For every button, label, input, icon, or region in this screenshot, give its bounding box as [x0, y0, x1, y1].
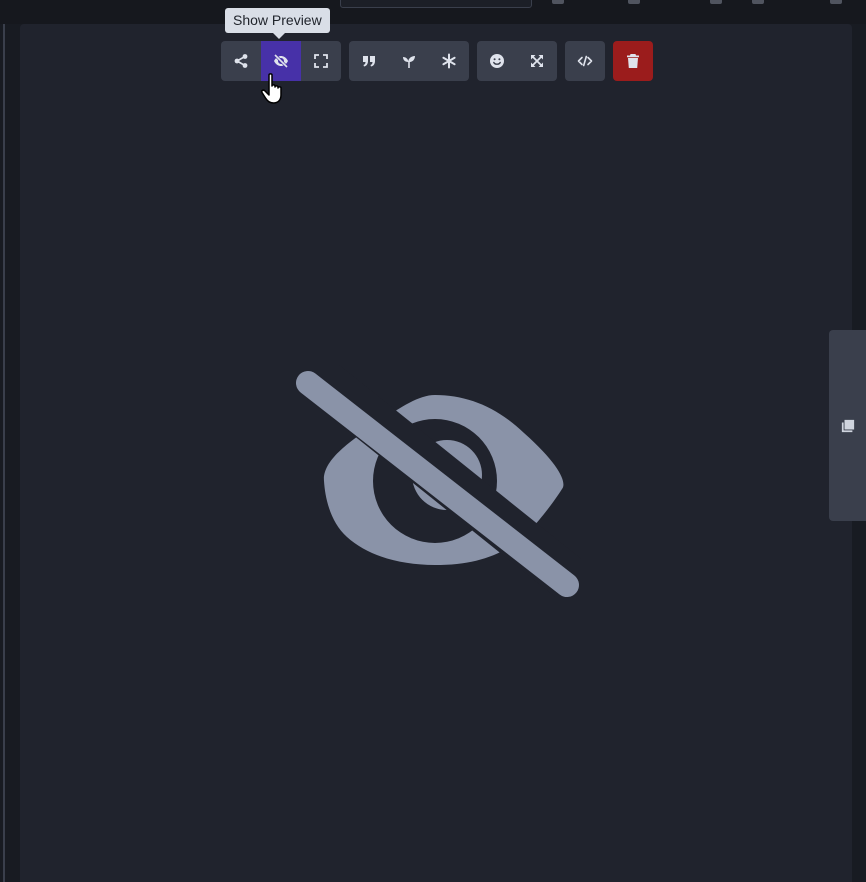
expand-icon — [314, 54, 328, 68]
smile-icon — [490, 54, 504, 68]
left-divider — [3, 24, 5, 882]
share-icon — [234, 54, 248, 68]
seedling-icon — [403, 56, 415, 68]
toolbar-group-format — [349, 41, 469, 81]
hand-pointer-cursor-icon — [261, 73, 282, 104]
top-toolbar-icon[interactable] — [628, 0, 640, 4]
fullscreen-button[interactable] — [301, 41, 341, 81]
toolbar-group-misc — [477, 41, 557, 81]
delete-button[interactable] — [613, 41, 653, 81]
eye-slash-icon — [292, 365, 582, 597]
seedling-button[interactable] — [389, 41, 429, 81]
top-toolbar-icon[interactable] — [710, 0, 722, 4]
toolbar-group-delete — [613, 41, 653, 81]
asterisk-icon — [442, 53, 456, 69]
top-toolbar-icon[interactable] — [552, 0, 564, 4]
tooltip: Show Preview — [225, 8, 330, 39]
arrows-expand-icon — [531, 55, 543, 67]
emoji-button[interactable] — [477, 41, 517, 81]
expand-arrows-button[interactable] — [517, 41, 557, 81]
top-bar — [0, 0, 866, 24]
asterisk-button[interactable] — [429, 41, 469, 81]
share-button[interactable] — [221, 41, 261, 81]
top-search-input[interactable] — [340, 0, 532, 8]
trash-icon — [627, 54, 639, 68]
top-toolbar-icon[interactable] — [830, 0, 842, 4]
image-icon — [841, 419, 854, 432]
code-icon — [577, 55, 593, 67]
quote-icon — [363, 56, 375, 67]
side-panel-tab[interactable] — [829, 330, 866, 521]
eye-slash-icon — [273, 53, 289, 69]
quote-button[interactable] — [349, 41, 389, 81]
toolbar-group-code — [565, 41, 605, 81]
code-button[interactable] — [565, 41, 605, 81]
top-toolbar-icon[interactable] — [752, 0, 764, 4]
